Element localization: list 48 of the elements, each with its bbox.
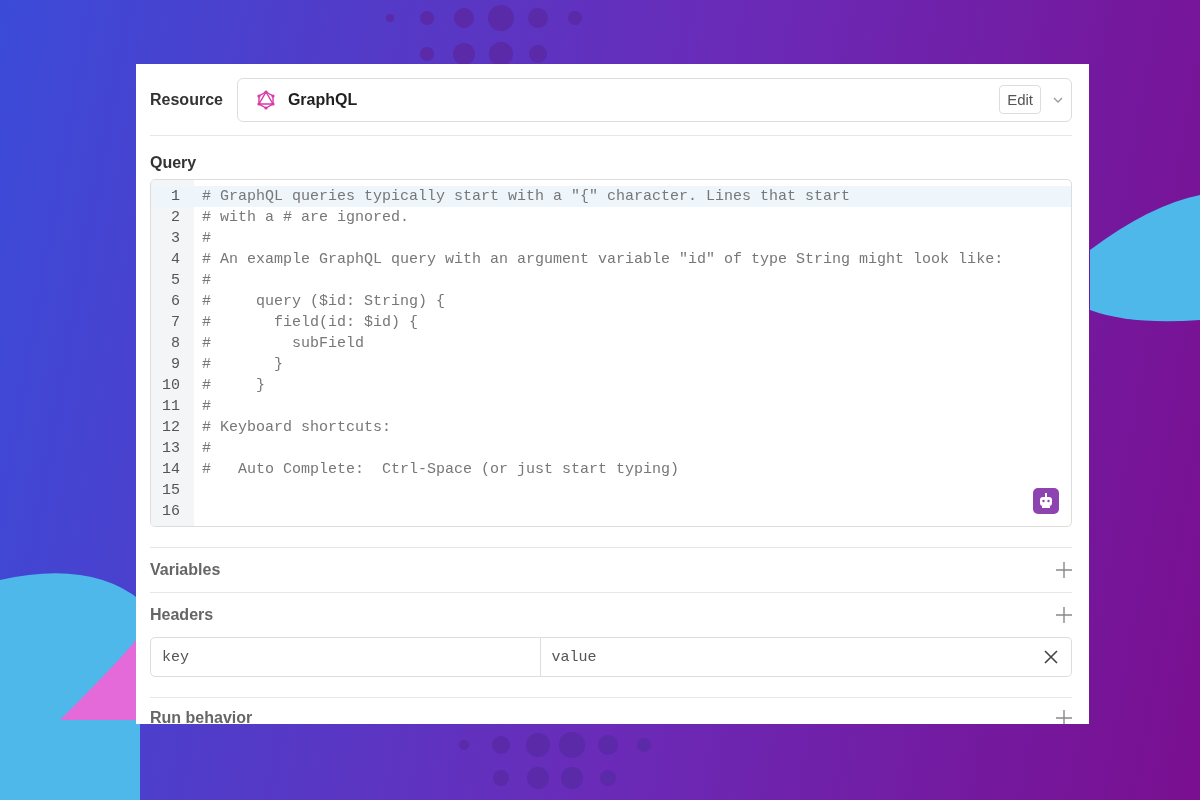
section-label: Run behavior: [150, 709, 253, 724]
line-number: 13: [161, 439, 181, 459]
line-number: 12: [161, 418, 181, 438]
code-editor[interactable]: [150, 179, 1072, 527]
value-field[interactable]: value: [540, 637, 1072, 677]
edit-button[interactable]: Edit: [999, 85, 1041, 114]
code-line: #: [202, 398, 211, 415]
graphql-logo-icon: [255, 89, 276, 110]
code-line: # Auto Complete: Ctrl-Space (or just start typing): [202, 461, 680, 478]
line-number: 8: [170, 334, 181, 354]
section-label: Variables: [150, 561, 221, 579]
line-number: 5: [170, 271, 181, 291]
code-line: #: [202, 440, 211, 457]
code-line: # An example GraphQL query with an argument variable "id" of type String might look like:: [202, 251, 1004, 268]
chevron-down-icon[interactable]: [1053, 96, 1063, 103]
code-line: # with a # are ignored.: [202, 209, 410, 226]
code-line: # Keyboard shortcuts:: [202, 419, 392, 436]
line-number: 6: [170, 292, 181, 312]
line-number: 4: [170, 250, 181, 270]
query-label: Query: [150, 154, 198, 172]
code-line: #: [202, 230, 211, 247]
code-line: # field(id: $id) {: [202, 314, 419, 331]
resource-label: Resource: [150, 90, 223, 109]
code-line: # GraphQL queries typically start with a "{" character. Lines that start: [202, 188, 851, 205]
line-number: 2: [170, 208, 181, 228]
code-line: # }: [202, 356, 283, 373]
plus-icon[interactable]: [1056, 562, 1072, 578]
code-line: # query ($id: String) {: [202, 293, 446, 310]
line-number: 14: [161, 460, 181, 480]
code-line: # }: [202, 377, 265, 394]
line-number: 7: [170, 313, 181, 333]
key-field[interactable]: key: [150, 637, 541, 677]
code-line: #: [202, 272, 211, 289]
code-line: # subField: [202, 335, 365, 352]
line-number: 3: [170, 229, 181, 249]
resource-select[interactable]: GraphQL Edit: [236, 77, 1072, 122]
line-number: 10: [161, 376, 181, 396]
resource-value: GraphQL: [287, 90, 359, 109]
section-label: Headers: [150, 606, 214, 624]
robot-icon[interactable]: [1033, 488, 1059, 514]
plus-icon[interactable]: [1056, 710, 1072, 724]
plus-icon[interactable]: [1056, 607, 1072, 623]
line-number: 1: [151, 186, 194, 207]
line-number: 16: [161, 502, 181, 522]
line-number: 11: [161, 397, 181, 417]
line-number: 15: [161, 481, 181, 501]
line-number: 9: [170, 355, 181, 375]
close-icon[interactable]: [1044, 650, 1058, 664]
